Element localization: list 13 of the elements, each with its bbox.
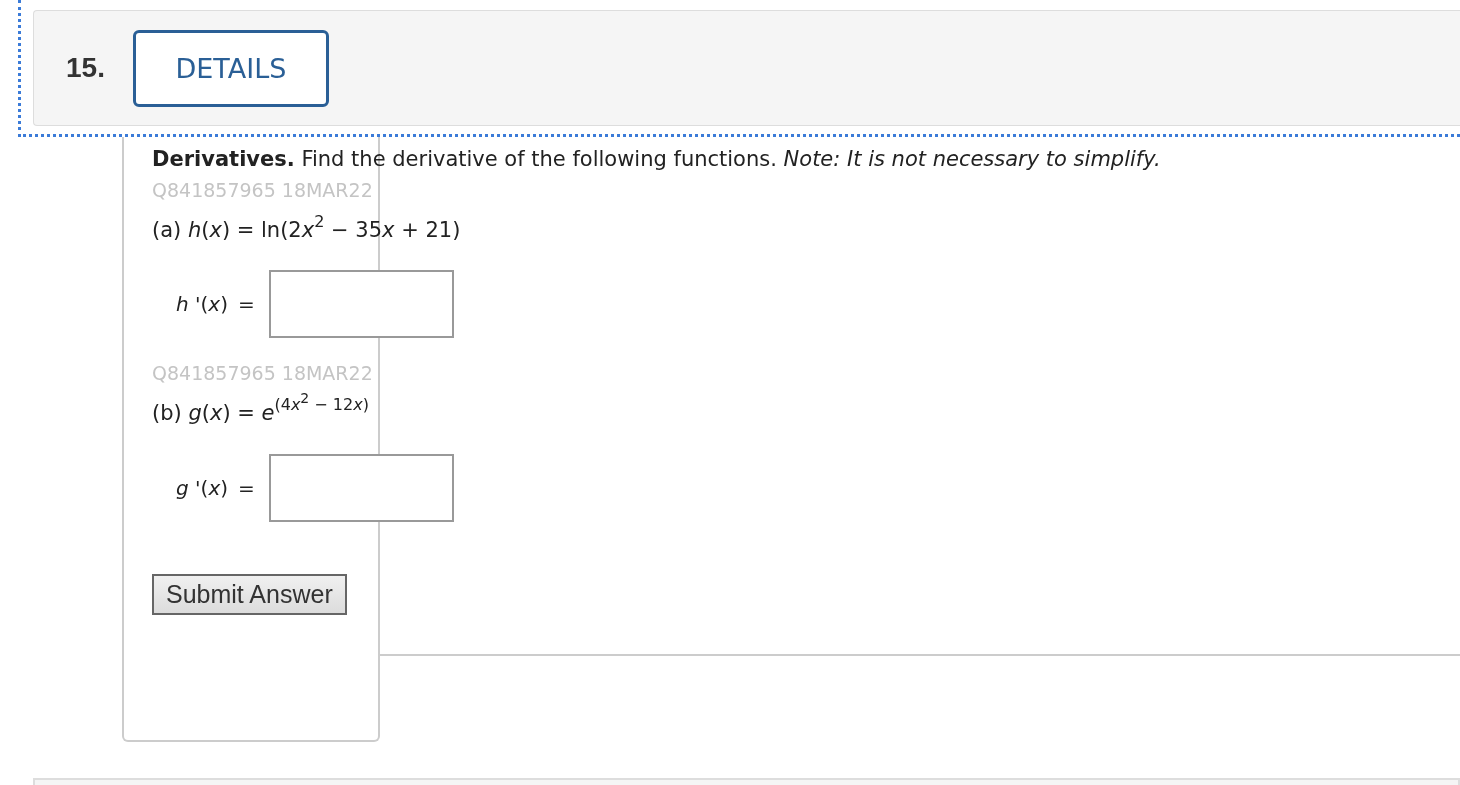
submit-button[interactable]: Submit Answer	[152, 573, 347, 615]
answer-label: g '(x)	[176, 475, 229, 500]
question-id-text: Q841857965 18MAR22	[152, 179, 374, 203]
question-number: 15.	[66, 52, 105, 84]
details-button[interactable]: DETAILS	[132, 29, 329, 107]
answer-field[interactable]	[268, 270, 454, 339]
equals-sign: =	[238, 292, 255, 317]
question-id-text: Q841857965 18MAR22	[152, 362, 374, 387]
instructions-text: Derivatives. Find the derivative of the following functions. Note: It is not necessary to simplify.	[152, 147, 1162, 171]
equals-sign: =	[238, 475, 255, 500]
function-text: (a) h(x) = ln(2x$^{2}$ − 35x + 21)	[152, 211, 461, 244]
answer-field[interactable]	[268, 453, 454, 522]
answer-label: h '(x)	[176, 292, 228, 317]
